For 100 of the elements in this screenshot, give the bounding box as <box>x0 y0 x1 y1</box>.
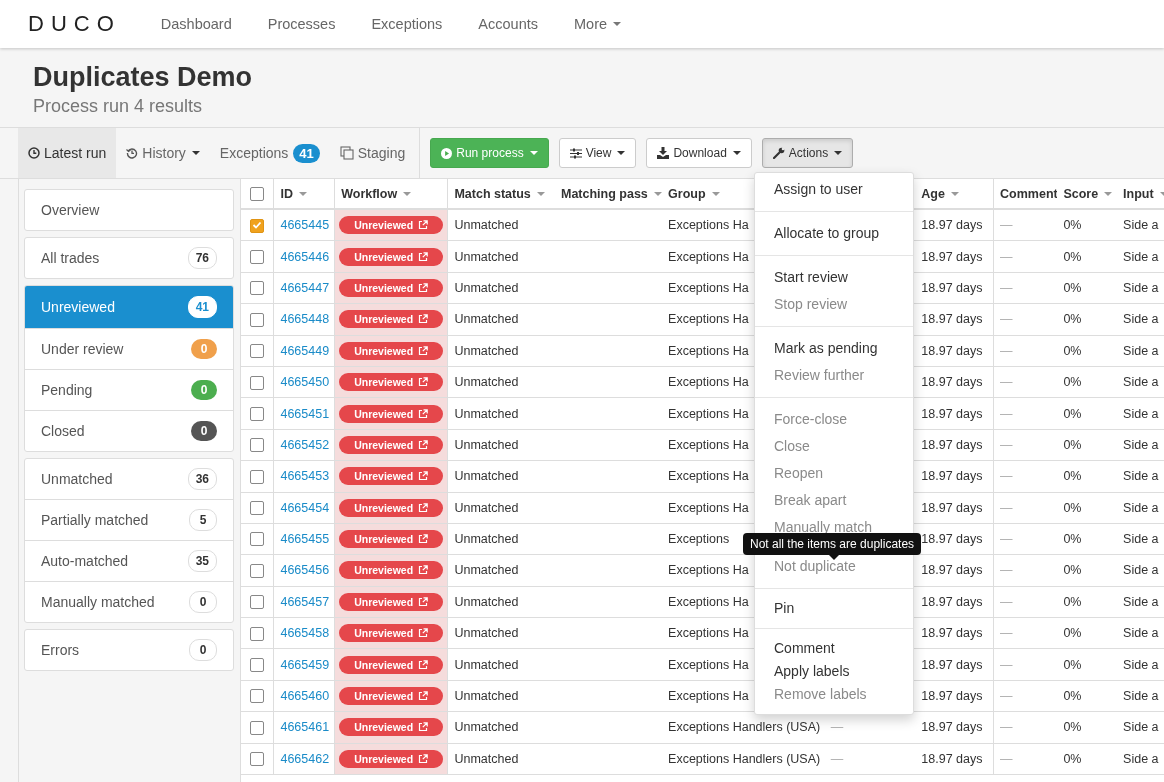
nav-link[interactable]: More <box>574 16 622 32</box>
row-checkbox[interactable] <box>250 626 265 641</box>
menu-item[interactable]: Allocate to group <box>755 220 913 247</box>
id-link[interactable]: 4665451 <box>280 406 330 421</box>
column-header[interactable]: Workflow <box>341 186 412 201</box>
workflow-badge[interactable]: Unreviewed <box>339 373 444 392</box>
row-checkbox[interactable] <box>250 720 265 735</box>
row-checkbox[interactable] <box>250 375 265 390</box>
sidebar-item[interactable]: Unmatched 36 <box>25 459 233 499</box>
row-checkbox[interactable] <box>250 344 265 359</box>
nav-link[interactable]: Processes <box>267 16 336 32</box>
id-link[interactable]: 4665448 <box>280 312 330 327</box>
toolbar-button[interactable]: Run process <box>430 138 549 168</box>
column-header[interactable]: Score <box>1063 186 1113 201</box>
workflow-badge[interactable]: Unreviewed <box>339 530 444 549</box>
sidebar-item[interactable]: Manually matched 0 <box>25 581 233 622</box>
row-checkbox[interactable] <box>250 689 265 704</box>
column-header[interactable]: ID <box>280 186 307 201</box>
id-link[interactable]: 4665458 <box>280 626 330 641</box>
toolbar-button[interactable]: Download <box>646 138 752 168</box>
workflow-badge[interactable]: Unreviewed <box>339 310 444 329</box>
sidebar-item[interactable]: Errors 0 <box>25 630 233 670</box>
menu-item[interactable]: Pin <box>755 597 913 620</box>
sidebar-item[interactable]: Unreviewed 41 <box>25 286 233 328</box>
workflow-badge[interactable]: Unreviewed <box>339 404 444 423</box>
row-checkbox[interactable] <box>250 469 265 484</box>
download-icon <box>657 147 670 159</box>
id-link[interactable]: 4665446 <box>280 249 330 264</box>
row-checkbox[interactable] <box>250 281 265 296</box>
column-header[interactable]: Matching pass <box>561 186 662 201</box>
nav-link[interactable]: Dashboard <box>160 16 232 32</box>
column-header[interactable]: Comment <box>1000 186 1058 201</box>
id-link[interactable]: 4665454 <box>280 500 330 515</box>
workflow-badge[interactable]: Unreviewed <box>339 435 444 454</box>
id-link[interactable]: 4665455 <box>280 532 330 547</box>
tab[interactable]: Exceptions 41 <box>209 128 330 178</box>
row-checkbox[interactable] <box>250 532 265 547</box>
workflow-badge[interactable]: Unreviewed <box>339 718 444 737</box>
sidebar-item[interactable]: Overview <box>25 190 233 230</box>
menu-item[interactable]: Apply labels <box>755 660 913 683</box>
workflow-badge[interactable]: Unreviewed <box>339 655 444 674</box>
toolbar-button[interactable]: Actions <box>761 138 854 168</box>
table-cell: 18.97 days <box>921 626 983 641</box>
row-checkbox[interactable] <box>250 249 265 264</box>
workflow-badge[interactable]: Unreviewed <box>339 592 444 611</box>
column-header[interactable]: Match status <box>454 186 545 201</box>
menu-item[interactable]: Comment <box>755 637 913 660</box>
row-checkbox[interactable] <box>250 658 265 672</box>
id-link[interactable]: 4665459 <box>280 657 330 672</box>
row-checkbox[interactable] <box>250 438 265 453</box>
workflow-badge[interactable]: Unreviewed <box>339 749 444 768</box>
tab[interactable]: Latest run <box>18 128 117 178</box>
column-header[interactable]: Age <box>921 186 959 201</box>
id-link[interactable]: 4665460 <box>280 689 330 704</box>
sidebar-item[interactable]: All trades 76 <box>25 238 233 278</box>
row-checkbox[interactable] <box>250 406 265 421</box>
workflow-badge[interactable]: Unreviewed <box>339 341 444 360</box>
logo[interactable]: DUCO <box>28 11 121 37</box>
sidebar-item[interactable]: Closed 0 <box>25 410 233 451</box>
id-link[interactable]: 4665456 <box>280 563 330 578</box>
sidebar-item[interactable]: Pending 0 <box>25 369 233 410</box>
id-link[interactable]: 4665462 <box>280 751 330 766</box>
table-cell: Side a <box>1123 469 1159 484</box>
row-checkbox[interactable] <box>250 312 265 327</box>
column-header[interactable]: Input <box>1123 186 1164 201</box>
row-checkbox[interactable] <box>250 218 265 233</box>
id-link[interactable]: 4665449 <box>280 343 330 358</box>
menu-item[interactable]: Assign to user <box>755 176 913 203</box>
tab[interactable]: Staging <box>329 128 416 178</box>
row-checkbox[interactable] <box>250 563 265 578</box>
menu-item[interactable]: Start review <box>755 264 913 291</box>
workflow-badge[interactable]: Unreviewed <box>339 278 444 297</box>
workflow-badge[interactable]: Unreviewed <box>339 216 444 235</box>
workflow-badge[interactable]: Unreviewed <box>339 247 444 266</box>
id-link[interactable]: 4665447 <box>280 280 330 295</box>
workflow-badge[interactable]: Unreviewed <box>339 624 444 643</box>
toolbar-button[interactable]: View <box>558 138 637 168</box>
id-link[interactable]: 4665457 <box>280 594 330 609</box>
workflow-badge[interactable]: Unreviewed <box>339 467 444 486</box>
row-checkbox[interactable] <box>250 595 265 610</box>
row-checkbox[interactable] <box>250 501 265 516</box>
sidebar-item[interactable]: Partially matched 5 <box>25 499 233 540</box>
id-link[interactable]: 4665445 <box>280 218 330 233</box>
external-link-icon <box>418 377 429 388</box>
workflow-badge[interactable]: Unreviewed <box>339 687 444 706</box>
id-link[interactable]: 4665452 <box>280 437 330 452</box>
id-link[interactable]: 4665461 <box>280 720 330 735</box>
id-link[interactable]: 4665450 <box>280 375 330 390</box>
id-link[interactable]: 4665453 <box>280 469 330 484</box>
select-all-checkbox[interactable] <box>250 186 265 201</box>
tab[interactable]: History <box>116 128 210 178</box>
workflow-badge[interactable]: Unreviewed <box>339 561 444 580</box>
menu-item[interactable]: Mark as pending <box>755 335 913 362</box>
workflow-badge[interactable]: Unreviewed <box>339 498 444 517</box>
sidebar-item[interactable]: Auto-matched 35 <box>25 540 233 581</box>
nav-link[interactable]: Exceptions <box>371 16 443 32</box>
row-checkbox[interactable] <box>250 752 265 767</box>
sidebar-item[interactable]: Under review 0 <box>25 328 233 369</box>
column-header[interactable]: Group <box>668 186 720 201</box>
nav-link[interactable]: Accounts <box>478 16 538 32</box>
